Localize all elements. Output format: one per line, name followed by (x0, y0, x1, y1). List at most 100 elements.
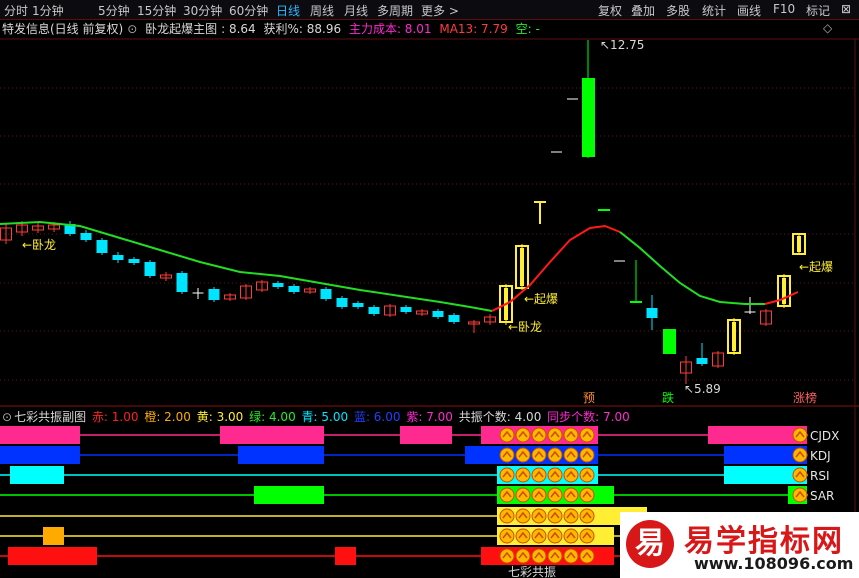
candle-bar (432, 311, 444, 317)
candle-bar (96, 240, 108, 253)
candle-bar (663, 329, 676, 354)
row-label-sar: SAR (810, 489, 835, 503)
zi-value: 紫: 7.00 (406, 410, 453, 424)
qing-value: 青: 5.00 (301, 410, 349, 424)
row-block-cjdx (220, 426, 324, 444)
low-price-label: ↖5.89 (684, 382, 721, 396)
resonance-icon (579, 508, 595, 524)
chart-canvas: ↖12.75 ↖5.89 ←卧龙 ←卧龙 ←起爆 ←起爆预 跌 涨榜七彩共振 (0, 38, 859, 578)
resonance-icon (563, 548, 579, 564)
row-label-rsi: RSI (810, 469, 830, 483)
candle-bar (80, 233, 92, 240)
sub-title: 七彩共振副图 (14, 410, 87, 424)
resonance-icon (515, 427, 531, 443)
ma-line-red (764, 291, 799, 305)
row-block-row7 (8, 547, 97, 565)
resonance-icon (579, 528, 595, 544)
resonance-icon (579, 427, 595, 443)
resonance-icon (499, 467, 515, 483)
row-block-row6 (43, 527, 64, 545)
row-block-cjdx (400, 426, 452, 444)
resonance-icon (579, 548, 595, 564)
empty-label: 空: - (515, 22, 540, 36)
resonance-icon (792, 447, 808, 463)
fall-marker: 跌 (662, 390, 674, 405)
row-label-kdj: KDJ (810, 449, 831, 463)
resonance-icon (792, 487, 808, 503)
resonance-icon (563, 467, 579, 483)
resonance-icon (563, 508, 579, 524)
row-block-kdj (465, 446, 481, 464)
signal-bar-core (732, 322, 736, 351)
resonance-icon (531, 487, 547, 503)
resonance-icon (531, 548, 547, 564)
row-block-kdj (0, 446, 80, 464)
candle-bar (336, 298, 348, 307)
resonance-footer-label: 七彩共振 (508, 565, 556, 578)
chi-value: 赤: 1.00 (91, 410, 139, 424)
lv-value: 绿: 4.00 (249, 410, 296, 424)
candle-bar (272, 283, 284, 287)
resonance-icon (547, 487, 563, 503)
resonance-icon (563, 528, 579, 544)
resonance-icon (499, 427, 515, 443)
forecast-marker: 预 (583, 391, 595, 405)
row-tail-cjdx (708, 426, 807, 444)
signal-bar-core (520, 248, 524, 286)
candle-bar (144, 262, 156, 276)
sub-indicator-header: ⊙ 七彩共振副图 赤: 1.00 橙: 2.00 黄: 3.00 绿: 4.00 … (0, 408, 859, 426)
huang-value: 黄: 3.00 (196, 410, 244, 424)
settings-toggle-icon[interactable]: ⊙ (127, 22, 137, 36)
resonance-icon (547, 447, 563, 463)
candle-bar (368, 307, 380, 314)
resonance-icon (563, 487, 579, 503)
wolong-marker: ←卧龙 (22, 238, 56, 252)
resonance-icon (531, 508, 547, 524)
candle-bar (696, 358, 708, 364)
row-block-row7 (335, 547, 356, 565)
candle-bar (448, 315, 460, 322)
resonance-icon (515, 508, 531, 524)
ma13-label: MA13: 7.79 (439, 22, 508, 36)
qibao-marker: ←起爆 (524, 292, 558, 306)
candle-bar (320, 289, 332, 299)
row-block-cjdx (0, 426, 80, 444)
lan-value: 蓝: 6.00 (353, 410, 401, 424)
watermark-logo: 易 (626, 520, 674, 568)
watermark-box: 易 易学指标网 www.108096.com (620, 512, 859, 578)
resonance-icon (531, 467, 547, 483)
resonance-icon (531, 528, 547, 544)
wolong-marker: ←卧龙 (508, 320, 542, 334)
candle-bar (128, 259, 140, 263)
resonance-icon (515, 487, 531, 503)
resonance-icon (547, 467, 563, 483)
row-label-cjdx: CJDX (810, 429, 840, 443)
resonance-icon (579, 447, 595, 463)
resonance-icon (547, 528, 563, 544)
resonance-icon (499, 508, 515, 524)
signal-bar-core (797, 236, 801, 252)
resonance-icon (563, 447, 579, 463)
resonance-icon (579, 487, 595, 503)
resonance-icon (531, 447, 547, 463)
limit-up-marker: 涨榜 (793, 390, 817, 405)
candle-bar (288, 286, 300, 292)
row-block-sar (254, 486, 324, 504)
resonance-icon (499, 548, 515, 564)
row-block-kdj (238, 446, 324, 464)
watermark-url: www.108096.com (694, 554, 854, 573)
candle-bar (176, 273, 188, 292)
candle-bar (582, 78, 595, 157)
resonance-icon (499, 528, 515, 544)
indicator-name: 卧龙起爆主图 (145, 22, 218, 36)
resonance-icon (547, 427, 563, 443)
ma-line-green (619, 231, 765, 305)
resonance-icon (499, 487, 515, 503)
stock-title: 特发信息(日线 前复权) (2, 22, 124, 36)
resonance-icon (515, 528, 531, 544)
panel-options-icon[interactable]: ◇ (823, 21, 832, 35)
sub-settings-icon[interactable]: ⊙ (2, 410, 12, 424)
resonance-icon (515, 467, 531, 483)
resonance-icon (499, 447, 515, 463)
profit-label: 获利%: 88.96 (263, 22, 342, 36)
